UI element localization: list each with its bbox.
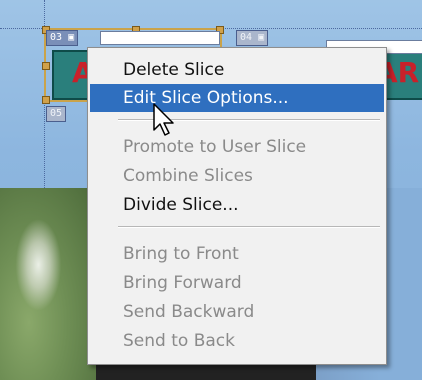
menu-item-bring-forward[interactable]: Bring Forward	[90, 269, 384, 297]
slice-handle[interactable]	[42, 96, 50, 104]
context-menu: Delete Slice Edit Slice Options... Promo…	[87, 47, 387, 365]
slice-number: 05	[50, 108, 63, 119]
menu-item-send-to-back[interactable]: Send to Back	[90, 327, 384, 355]
menu-item-combine-slices[interactable]: Combine Slices	[90, 162, 384, 190]
menu-item-divide-slice[interactable]: Divide Slice...	[90, 191, 384, 219]
slice-number: 04	[240, 32, 253, 43]
dandelion-photo	[0, 188, 96, 380]
menu-item-delete-slice[interactable]: Delete Slice	[90, 56, 384, 84]
slice-image-icon: ▣	[68, 32, 75, 43]
slice-label-bar	[100, 31, 220, 45]
menu-item-send-backward[interactable]: Send Backward	[90, 298, 384, 326]
slice-number-badge: 03 ▣	[46, 30, 79, 46]
slice-number: 03	[50, 32, 63, 43]
menu-item-edit-slice-options[interactable]: Edit Slice Options...	[90, 84, 384, 112]
slice-number-badge: 04 ▣	[236, 30, 269, 46]
menu-separator	[118, 226, 380, 228]
slice-handle[interactable]	[42, 62, 50, 70]
slice-image-icon: ▣	[258, 32, 265, 43]
menu-item-promote-to-user-slice[interactable]: Promote to User Slice	[90, 133, 384, 161]
slice-number-badge: 05	[46, 106, 67, 122]
menu-item-bring-to-front[interactable]: Bring to Front	[90, 240, 384, 268]
pointer-cursor-icon	[153, 103, 174, 136]
